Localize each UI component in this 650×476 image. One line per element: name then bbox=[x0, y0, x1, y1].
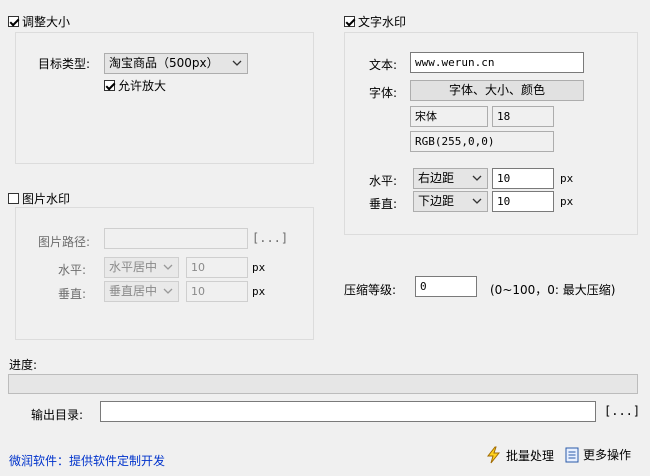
allow-enlarge-option[interactable]: 允许放大 bbox=[104, 77, 169, 94]
image-watermark-checkbox[interactable] bbox=[8, 193, 19, 204]
output-dir-label: 输出目录: bbox=[31, 408, 84, 422]
chevron-down-icon bbox=[472, 175, 482, 181]
font-settings-button[interactable]: 字体、大小、颜色 bbox=[410, 80, 584, 101]
image-horizontal-label: 水平: bbox=[58, 263, 87, 277]
resize-title: 调整大小 bbox=[22, 15, 71, 29]
output-dir-browse-button[interactable]: [...] bbox=[604, 404, 640, 418]
font-name-display: 宋体 bbox=[410, 106, 488, 127]
more-actions-label: 更多操作 bbox=[583, 448, 632, 462]
image-vertical-unit: px bbox=[252, 285, 266, 298]
compression-hint: (0~100，0: 最大压缩) bbox=[490, 283, 616, 297]
image-horizontal-unit: px bbox=[252, 261, 266, 274]
compression-label: 压缩等级: bbox=[344, 283, 397, 297]
chevron-down-icon bbox=[472, 198, 482, 204]
image-vertical-value: 垂直居中 bbox=[109, 284, 158, 298]
chevron-down-icon bbox=[163, 264, 173, 270]
resize-checkbox[interactable] bbox=[8, 16, 19, 27]
text-watermark-checkbox[interactable] bbox=[344, 16, 355, 27]
text-watermark-title: 文字水印 bbox=[358, 15, 407, 29]
text-label: 文本: bbox=[369, 58, 398, 72]
batch-process-label: 批量处理 bbox=[506, 448, 555, 463]
text-vertical-value: 下边距 bbox=[418, 194, 455, 208]
more-actions-button[interactable]: 更多操作 bbox=[565, 446, 631, 463]
font-color-display: RGB(255,0,0) bbox=[410, 131, 554, 152]
image-path-browse-button[interactable]: [...] bbox=[252, 231, 288, 245]
image-path-label: 图片路径: bbox=[38, 235, 91, 249]
text-horizontal-label: 水平: bbox=[369, 174, 398, 188]
lightning-icon bbox=[486, 446, 501, 464]
image-horizontal-select[interactable]: 水平居中 bbox=[104, 257, 179, 278]
text-vertical-offset-input[interactable]: 10 bbox=[492, 191, 554, 212]
text-horizontal-value: 右边距 bbox=[418, 171, 455, 185]
allow-enlarge-label: 允许放大 bbox=[118, 79, 167, 93]
font-size-display: 18 bbox=[492, 106, 554, 127]
compression-input[interactable]: 0 bbox=[415, 276, 477, 297]
resize-group bbox=[15, 32, 314, 164]
progress-label: 进度: bbox=[9, 358, 38, 372]
target-type-value: 淘宝商品（500px） bbox=[109, 56, 219, 70]
resize-legend[interactable]: 调整大小 bbox=[8, 13, 73, 30]
allow-enlarge-checkbox[interactable] bbox=[104, 80, 115, 91]
image-watermark-title: 图片水印 bbox=[22, 192, 71, 206]
chevron-down-icon bbox=[232, 60, 242, 66]
text-horizontal-unit: px bbox=[560, 172, 574, 185]
image-watermark-legend[interactable]: 图片水印 bbox=[8, 190, 73, 207]
target-type-label: 目标类型: bbox=[38, 57, 91, 71]
text-horizontal-offset-input[interactable]: 10 bbox=[492, 168, 554, 189]
image-path-input[interactable] bbox=[104, 228, 248, 249]
output-dir-input[interactable] bbox=[100, 401, 596, 422]
target-type-select[interactable]: 淘宝商品（500px） bbox=[104, 53, 248, 74]
progress-bar bbox=[8, 374, 638, 394]
text-horizontal-select[interactable]: 右边距 bbox=[413, 168, 488, 189]
text-vertical-unit: px bbox=[560, 195, 574, 208]
image-vertical-offset-input[interactable]: 10 bbox=[186, 281, 248, 302]
list-icon bbox=[565, 447, 579, 462]
image-horizontal-value: 水平居中 bbox=[109, 260, 158, 274]
text-vertical-select[interactable]: 下边距 bbox=[413, 191, 488, 212]
text-vertical-label: 垂直: bbox=[369, 197, 398, 211]
image-vertical-select[interactable]: 垂直居中 bbox=[104, 281, 179, 302]
image-vertical-label: 垂直: bbox=[58, 287, 87, 301]
image-horizontal-offset-input[interactable]: 10 bbox=[186, 257, 248, 278]
text-input[interactable]: www.werun.cn bbox=[410, 52, 584, 73]
chevron-down-icon bbox=[163, 288, 173, 294]
batch-process-button[interactable]: 批量处理 bbox=[486, 446, 554, 464]
company-link[interactable]: 微润软件：提供软件定制开发 bbox=[9, 452, 165, 469]
font-label: 字体: bbox=[369, 86, 398, 100]
text-watermark-legend[interactable]: 文字水印 bbox=[344, 13, 409, 30]
